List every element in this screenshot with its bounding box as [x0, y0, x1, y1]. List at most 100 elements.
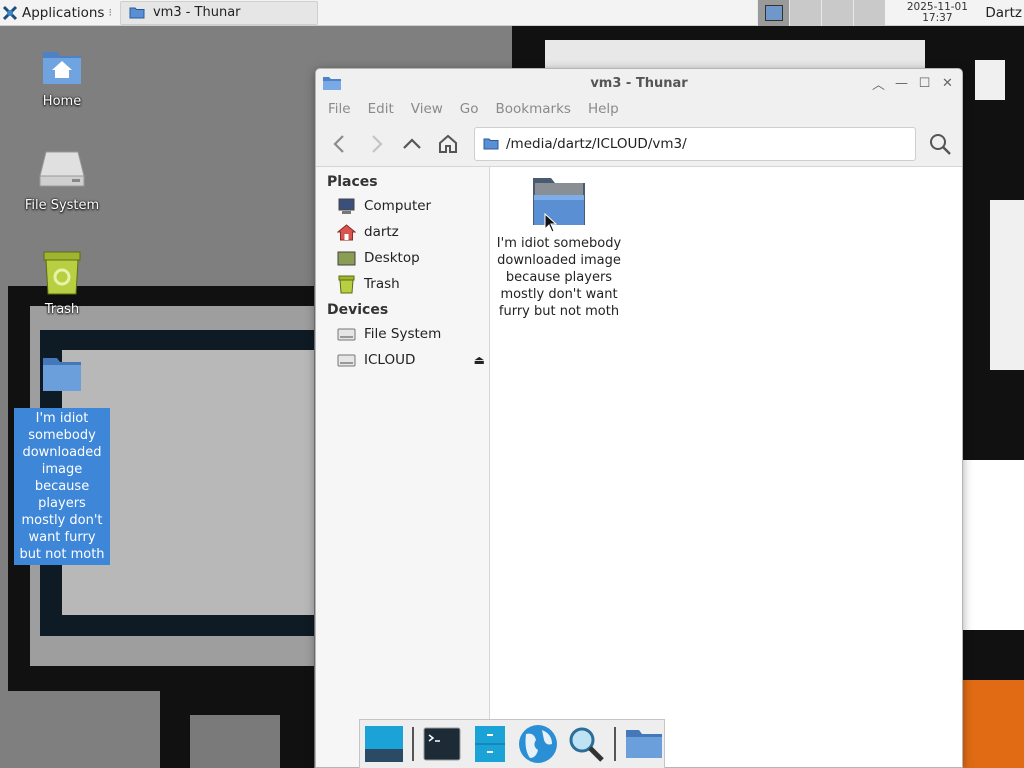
dock-folder[interactable]	[624, 724, 664, 764]
drive-icon	[337, 328, 356, 340]
location-bar[interactable]: /media/dartz/ICLOUD/vm3/	[474, 126, 916, 161]
desktop-icon-label: Home	[42, 94, 82, 109]
sidebar-item-trash[interactable]: Trash	[316, 271, 489, 297]
eject-icon[interactable]: ⏏	[474, 353, 485, 367]
menu-help[interactable]: Help	[588, 101, 619, 117]
menu-bookmarks[interactable]: Bookmarks	[496, 101, 571, 117]
desktop-icon-trash[interactable]: Trash	[14, 250, 110, 317]
desktop-icon-file-system[interactable]: File System	[14, 148, 110, 213]
devices-heading: Devices	[327, 302, 389, 318]
user-menu[interactable]: Dartz	[985, 5, 1022, 21]
folder-icon	[323, 77, 341, 90]
maximize-button[interactable]: ☐	[916, 75, 933, 92]
places-heading: Places	[327, 174, 378, 190]
minimize-button[interactable]: —	[893, 75, 910, 92]
menu-go[interactable]: Go	[460, 101, 479, 117]
workspace-switcher	[757, 0, 886, 26]
xfce-logo-icon	[2, 5, 18, 20]
dock	[359, 719, 665, 768]
sidebar-item-label: ICLOUD	[364, 352, 416, 368]
workspace-2[interactable]	[789, 0, 822, 26]
sidebar-item-desktop[interactable]: Desktop	[316, 245, 489, 271]
sidebar-item-file-system[interactable]: File System	[316, 321, 489, 347]
workspace-1[interactable]	[757, 0, 790, 26]
titlebar[interactable]: vm3 - Thunar ︿ — ☐ ✕	[316, 69, 962, 97]
clock[interactable]: 2025-11-01 17:37	[897, 0, 977, 24]
sidebar-item-dartz[interactable]: dartz	[316, 219, 489, 245]
desktop-icon-folder[interactable]: I'm idiot somebody downloaded image beca…	[14, 354, 110, 565]
drive-icon	[39, 151, 85, 187]
clock-time: 17:37	[922, 11, 953, 24]
dock-file-manager[interactable]	[470, 724, 510, 764]
desktop-icon-label: I'm idiot somebody downloaded image beca…	[14, 408, 110, 565]
menu-edit[interactable]: Edit	[368, 101, 394, 117]
back-button[interactable]	[322, 126, 358, 162]
menu-separator-icon: ⁝	[108, 6, 112, 19]
file-item-label: I'm idiot somebody downloaded image beca…	[496, 236, 622, 319]
side-pane: Places Computer dartz Desktop Trash Devi…	[316, 167, 490, 767]
sidebar-item-computer[interactable]: Computer	[316, 193, 489, 219]
desktop-icon-label: File System	[24, 198, 100, 213]
clock-date: 2025-11-01	[906, 0, 968, 13]
shade-button[interactable]: ︿	[870, 75, 887, 93]
location-path: /media/dartz/ICLOUD/vm3/	[506, 135, 687, 152]
arrow-up-icon	[403, 137, 421, 149]
applications-label: Applications	[22, 4, 105, 21]
computer-icon	[338, 198, 355, 214]
search-icon	[930, 133, 951, 155]
applications-menu[interactable]: Applications ⁝	[0, 0, 118, 26]
folder-icon	[129, 7, 145, 19]
dock-separator	[412, 727, 414, 761]
folder-icon	[626, 730, 662, 758]
arrow-right-icon	[372, 134, 383, 153]
folder-icon	[43, 358, 81, 391]
globe-icon	[519, 725, 557, 763]
sidebar-item-label: dartz	[364, 224, 399, 240]
dock-web-browser[interactable]	[518, 724, 558, 764]
home-button[interactable]	[430, 126, 466, 162]
drive-icon	[337, 354, 356, 366]
dock-show-desktop[interactable]	[364, 724, 404, 764]
window-thumbnail-icon	[764, 4, 783, 21]
parent-folder-button[interactable]	[394, 126, 430, 162]
desktop-icon-label: Trash	[44, 302, 80, 317]
trash-icon	[43, 251, 81, 295]
desktop-icon-home[interactable]: Home	[14, 44, 110, 109]
forward-button[interactable]	[358, 126, 394, 162]
search-button[interactable]	[922, 126, 958, 162]
file-view[interactable]: I'm idiot somebody downloaded image beca…	[490, 167, 962, 767]
taskbar-window-button[interactable]: vm3 - Thunar	[119, 0, 318, 25]
magnifier-icon	[569, 727, 604, 762]
trash-icon	[338, 275, 355, 293]
menu-file[interactable]: File	[328, 101, 351, 117]
home-icon	[439, 134, 457, 153]
sidebar-item-label: Computer	[364, 198, 432, 214]
arrow-left-icon	[333, 134, 344, 153]
menu-view[interactable]: View	[411, 101, 443, 117]
taskbar-window-title: vm3 - Thunar	[152, 5, 241, 20]
menu-bar: File Edit View Go Bookmarks Help	[316, 97, 962, 121]
dock-terminal[interactable]	[422, 724, 462, 764]
desktop-icon	[337, 251, 356, 265]
terminal-icon	[423, 727, 461, 761]
sidebar-item-label: File System	[364, 326, 442, 342]
workspace-3[interactable]	[821, 0, 854, 26]
show-desktop-icon	[365, 726, 403, 762]
folder-icon	[483, 138, 499, 150]
workspace-4[interactable]	[853, 0, 886, 26]
toolbar: /media/dartz/ICLOUD/vm3/	[316, 121, 962, 167]
thunar-window: vm3 - Thunar ︿ — ☐ ✕ File Edit View Go B…	[315, 68, 963, 768]
sidebar-item-label: Trash	[364, 276, 400, 292]
file-cabinet-icon	[475, 726, 505, 762]
top-panel: Applications ⁝ vm3 - Thunar 2025-11-01 1…	[0, 0, 1024, 26]
sidebar-item-icloud[interactable]: ICLOUD ⏏	[316, 347, 489, 373]
dock-separator	[614, 727, 616, 761]
window-title: vm3 - Thunar	[590, 75, 688, 91]
dock-app-finder[interactable]	[566, 724, 606, 764]
file-item-folder[interactable]: I'm idiot somebody downloaded image beca…	[495, 175, 623, 320]
home-icon	[337, 223, 356, 240]
folder-icon	[533, 178, 585, 225]
mouse-cursor-icon	[544, 213, 558, 233]
sidebar-item-label: Desktop	[364, 250, 420, 266]
close-button[interactable]: ✕	[939, 75, 956, 92]
